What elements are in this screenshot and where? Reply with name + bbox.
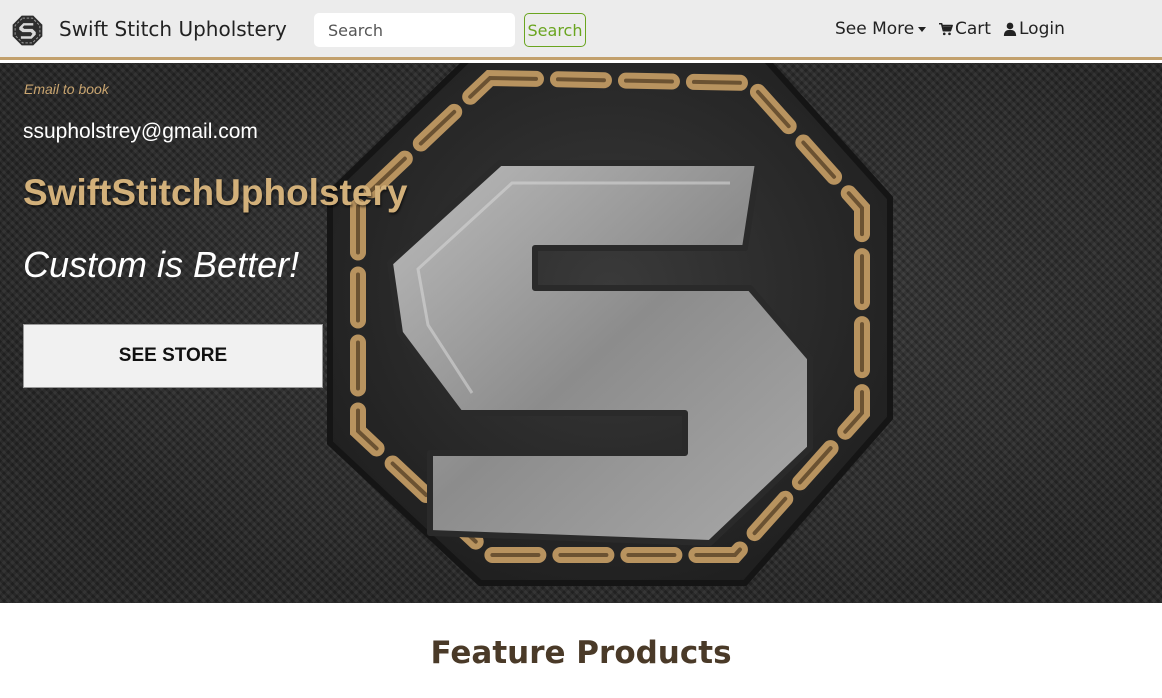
hero-tagline: Custom is Better! — [23, 244, 300, 285]
brand-name[interactable]: Swift Stitch Upholstery — [59, 17, 287, 41]
email-address: ssupholstrey@gmail.com — [23, 120, 258, 143]
s-hexagon-logo-icon[interactable] — [11, 14, 44, 47]
user-icon — [1003, 22, 1017, 36]
s-hexagon-emblem-icon — [327, 63, 893, 586]
feature-products-heading: Feature Products — [430, 635, 732, 671]
caret-down-icon — [918, 26, 927, 32]
hero-title: SwiftStitchUpholstery — [23, 172, 408, 213]
see-more-label: See More — [835, 19, 915, 39]
login-link[interactable]: Login — [1003, 19, 1065, 39]
see-store-button[interactable]: SEE STORE — [23, 324, 323, 388]
email-label: Email to book — [24, 81, 109, 97]
cart-link[interactable]: Cart — [939, 19, 991, 39]
cart-label: Cart — [955, 19, 991, 39]
see-more-dropdown[interactable]: See More — [835, 19, 927, 39]
cart-icon — [939, 22, 953, 36]
search-button[interactable]: Search — [524, 13, 586, 47]
top-navbar: Swift Stitch Upholstery Search See More … — [0, 0, 1162, 60]
search-input[interactable] — [313, 12, 516, 48]
login-label: Login — [1019, 19, 1065, 39]
hero-banner: Email to book ssupholstrey@gmail.com Swi… — [0, 63, 1162, 603]
